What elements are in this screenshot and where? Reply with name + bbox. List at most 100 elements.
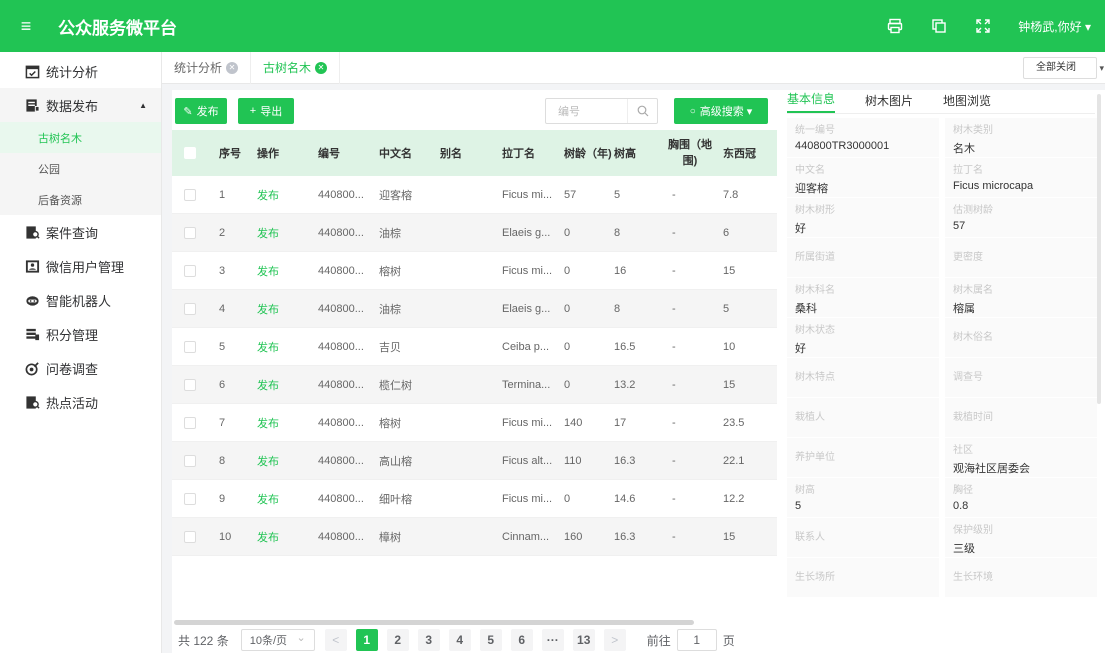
table-cell: 16.3 [614,530,636,543]
sidebar-subitem-parks[interactable]: 公园 [0,153,161,184]
table-row[interactable]: 1 发布 440800... 迎客榕 Ficus mi... 57 5 - 7.8 [172,176,777,214]
sidebar-item-survey[interactable]: 问卷调查 [0,351,161,385]
table-row[interactable]: 3 发布 440800... 榕树 Ficus mi... 0 16 - 15 [172,252,777,290]
page-size-select[interactable]: 10条/页 [240,629,315,651]
detail-field-label: 树木属名 [953,285,993,296]
next-page-button[interactable]: > [603,629,626,651]
table-row[interactable]: 8 发布 440800... 高山榕 Ficus alt... 110 16.3 - 22.1 [172,442,777,480]
row-publish-link[interactable]: 发布 [257,301,318,317]
detail-field-label: 树木科名 [795,285,835,296]
copy-icon[interactable] [922,9,956,43]
close-all-button[interactable]: 全部关闭 [1023,57,1104,79]
table-cell: - [672,302,676,315]
row-checkbox[interactable] [184,454,196,467]
tab-basic-info[interactable]: 基本信息 [787,90,836,113]
publish-button[interactable]: ✎ 发布 [175,98,227,124]
table-row[interactable]: 4 发布 440800... 油棕 Elaeis g... 0 8 - 5 [172,290,777,328]
table-row[interactable]: 6 发布 440800... 榄仁树 Termina... 0 13.2 - 15 [172,366,777,404]
goto-suffix: 页 [722,633,735,648]
row-publish-link[interactable]: 发布 [257,377,318,393]
close-icon[interactable]: ✕ [315,61,328,74]
table-row[interactable]: 5 发布 440800... 吉贝 Ceiba p... 0 16.5 - 10 [172,328,777,366]
hamburger-menu-icon[interactable]: ≡ [0,0,52,52]
sidebar-item-label: 统计分析 [46,64,99,80]
sidebar-item-hot-activity[interactable]: 热点活动 [0,385,161,419]
sidebar-item-case-query[interactable]: 案件查询 [0,215,161,249]
tab-ancient-trees[interactable]: 古树名木 ✕ [251,51,341,84]
row-checkbox[interactable] [184,264,196,277]
row-checkbox[interactable] [184,302,196,315]
page-button[interactable]: 5 [479,629,502,651]
fullscreen-icon[interactable] [966,9,1000,43]
table-cell: Cinnam... [502,530,550,543]
horizontal-scrollbar[interactable] [174,620,694,625]
page-button[interactable]: 1 [355,629,378,651]
search-input[interactable]: 编号 [545,98,658,124]
page-button[interactable]: 3 [417,629,440,651]
table-cell: Elaeis g... [502,226,551,239]
sidebar-item-robot[interactable]: 智能机器人 [0,283,161,317]
table-cell: 7.8 [723,188,739,201]
row-checkbox[interactable] [184,378,196,391]
column-header: 树龄（年) [564,148,612,160]
detail-field: 树木状态好 [787,318,939,358]
more-pages-button[interactable]: ··· [541,629,564,651]
select-all-checkbox[interactable] [184,147,196,159]
row-publish-link[interactable]: 发布 [257,339,318,355]
sidebar-item-wechat-users[interactable]: 微信用户管理 [0,249,161,283]
tab-statistics[interactable]: 统计分析 ✕ [162,51,252,84]
sidebar-subitem-reserve-resources[interactable]: 后备资源 [0,184,161,215]
close-icon[interactable]: ✕ [226,61,239,74]
table-row[interactable]: 10 发布 440800... 樟树 Cinnam... 160 16.3 - 15 [172,518,777,556]
page-button[interactable]: 4 [448,629,471,651]
row-checkbox[interactable] [184,416,196,429]
goto-page-input[interactable]: 1 [676,629,717,651]
table-cell: 440800... [318,302,364,315]
page-button[interactable]: 13 [572,629,595,651]
row-publish-link[interactable]: 发布 [257,415,318,431]
sidebar-item-statistics[interactable]: 统计分析 [0,54,161,88]
table-row[interactable]: 9 发布 440800... 细叶榕 Ficus mi... 0 14.6 - 12.2 [172,480,777,518]
table-cell: 14.6 [614,492,636,505]
sidebar-item-label: 积分管理 [46,327,99,343]
prev-page-button[interactable]: < [324,629,347,651]
vertical-scrollbar[interactable] [1097,94,1101,404]
table-cell: 440800... [318,492,364,505]
sidebar-subitem-ancient-trees[interactable]: 古树名木 [0,122,161,153]
detail-field: 树木树形好 [787,198,939,238]
export-button[interactable]: + 导出 [238,98,294,124]
table-cell: 4 [219,302,226,315]
advanced-search-button[interactable]: ○ 高级搜索 ▾ [674,98,768,124]
column-header: 拉丁名 [502,148,535,160]
search-icon[interactable] [627,99,657,123]
table-cell: 榕树 [379,265,401,278]
detail-field: 树木特点 [787,358,939,398]
row-publish-link[interactable]: 发布 [257,225,318,241]
table-cell: 6 [723,226,730,239]
tab-tree-images[interactable]: 树木图片 [865,92,913,113]
table-row[interactable]: 7 发布 440800... 榕树 Ficus mi... 140 17 - 23.5 [172,404,777,442]
row-checkbox[interactable] [184,530,196,543]
row-checkbox[interactable] [184,492,196,505]
user-card-icon [24,258,40,274]
calendar-check-icon [24,63,40,79]
row-publish-link[interactable]: 发布 [257,453,318,469]
row-publish-link[interactable]: 发布 [257,529,318,545]
print-icon[interactable] [878,9,912,43]
tab-map-view[interactable]: 地图浏览 [943,92,991,113]
sidebar-item-data-publish[interactable]: 数据发布 ▲ [0,88,161,122]
row-checkbox[interactable] [184,226,196,239]
row-checkbox[interactable] [184,188,196,201]
page-button[interactable]: 2 [386,629,409,651]
tabs-bar: 统计分析 ✕ 古树名木 ✕ 全部关闭 [162,51,1105,84]
detail-field-label: 树高 [795,485,815,496]
table-row[interactable]: 2 发布 440800... 油棕 Elaeis g... 0 8 - 6 [172,214,777,252]
detail-field-label: 树木树形 [795,205,835,216]
row-publish-link[interactable]: 发布 [257,491,318,507]
sidebar-item-points[interactable]: 积分管理 [0,317,161,351]
row-publish-link[interactable]: 发布 [257,187,318,203]
page-button[interactable]: 6 [510,629,533,651]
row-publish-link[interactable]: 发布 [257,263,318,279]
user-menu[interactable]: 钟杨武,你好 ▾ [1018,18,1091,35]
row-checkbox[interactable] [184,340,196,353]
